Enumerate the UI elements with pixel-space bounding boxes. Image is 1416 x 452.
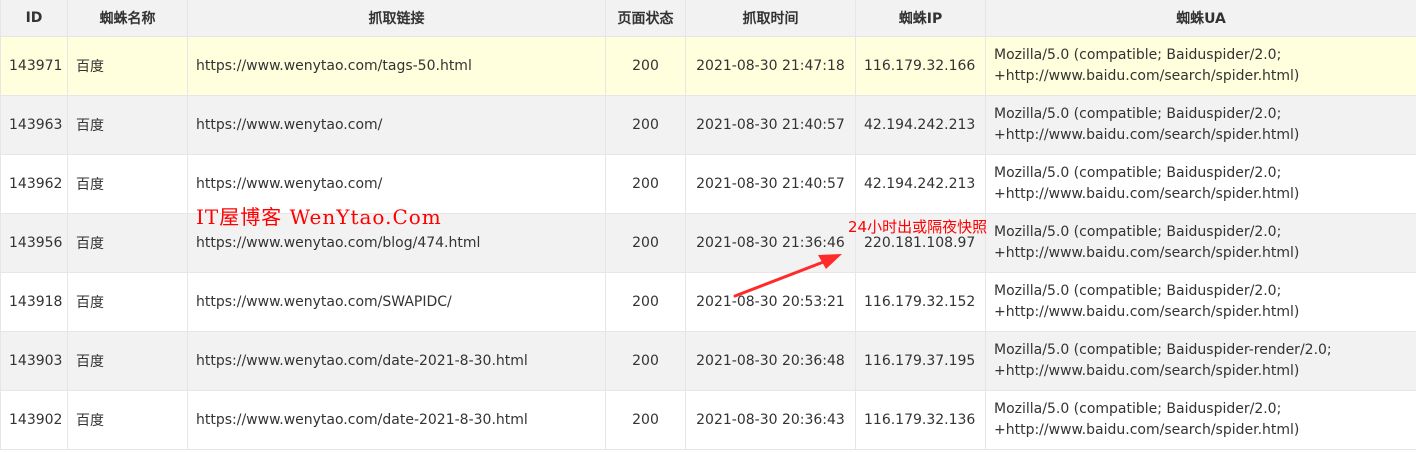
cell-id: 143918 xyxy=(0,272,68,332)
cell-spider-ip: 42.194.242.213 xyxy=(855,154,986,214)
cell-spider-name: 百度 xyxy=(67,390,188,450)
ua-line-1: Mozilla/5.0 (compatible; Baiduspider/2.0… xyxy=(994,401,1282,417)
cell-status: 200 xyxy=(605,331,686,391)
cell-status: 200 xyxy=(605,154,686,214)
cell-id: 143962 xyxy=(0,154,68,214)
cell-spider-ua: Mozilla/5.0 (compatible; Baiduspider/2.0… xyxy=(985,390,1416,450)
cell-spider-ua: Mozilla/5.0 (compatible; Baiduspider/2.0… xyxy=(985,272,1416,332)
table-row[interactable]: 143963 百度 https://www.wenytao.com/ 200 2… xyxy=(0,95,1416,155)
ua-line-2: +http://www.baidu.com/search/spider.html… xyxy=(994,245,1300,261)
cell-crawl-url: https://www.wenytao.com/date-2021-8-30.h… xyxy=(187,390,606,450)
header-spider-ua[interactable]: 蜘蛛UA xyxy=(985,0,1416,37)
cell-status: 200 xyxy=(605,213,686,273)
cell-spider-name: 百度 xyxy=(67,95,188,155)
cell-spider-name: 百度 xyxy=(67,213,188,273)
cell-crawl-time: 2021-08-30 20:53:21 xyxy=(685,272,856,332)
cell-spider-ua: Mozilla/5.0 (compatible; Baiduspider-ren… xyxy=(985,331,1416,391)
cell-spider-ip: 116.179.32.136 xyxy=(855,390,986,450)
ua-line-2: +http://www.baidu.com/search/spider.html… xyxy=(994,304,1300,320)
ua-line-2: +http://www.baidu.com/search/spider.html… xyxy=(994,186,1300,202)
cell-crawl-time: 2021-08-30 21:36:46 xyxy=(685,213,856,273)
ua-line-2: +http://www.baidu.com/search/spider.html… xyxy=(994,68,1300,84)
header-id[interactable]: ID xyxy=(0,0,68,37)
table-row[interactable]: 143918 百度 https://www.wenytao.com/SWAPID… xyxy=(0,272,1416,332)
cell-crawl-url: https://www.wenytao.com/ xyxy=(187,95,606,155)
ua-line-2: +http://www.baidu.com/search/spider.html… xyxy=(994,422,1300,438)
cell-spider-name: 百度 xyxy=(67,272,188,332)
header-crawl-time[interactable]: 抓取时间 xyxy=(685,0,856,37)
cell-spider-name: 百度 xyxy=(67,36,188,96)
cell-crawl-time: 2021-08-30 20:36:43 xyxy=(685,390,856,450)
table-row[interactable]: 143903 百度 https://www.wenytao.com/date-2… xyxy=(0,331,1416,391)
cell-spider-ip: 116.179.32.152 xyxy=(855,272,986,332)
ua-line-1: Mozilla/5.0 (compatible; Baiduspider/2.0… xyxy=(994,165,1282,181)
cell-spider-name: 百度 xyxy=(67,331,188,391)
cell-crawl-url: https://www.wenytao.com/SWAPIDC/ xyxy=(187,272,606,332)
ua-line-1: Mozilla/5.0 (compatible; Baiduspider/2.0… xyxy=(994,224,1282,240)
table-row[interactable]: 143902 百度 https://www.wenytao.com/date-2… xyxy=(0,390,1416,450)
cell-id: 143963 xyxy=(0,95,68,155)
header-spider-ip[interactable]: 蜘蛛IP xyxy=(855,0,986,37)
ua-line-2: +http://www.baidu.com/search/spider.html… xyxy=(994,127,1300,143)
cell-id: 143956 xyxy=(0,213,68,273)
cell-crawl-url: https://www.wenytao.com/tags-50.html xyxy=(187,36,606,96)
cell-crawl-url: https://www.wenytao.com/date-2021-8-30.h… xyxy=(187,331,606,391)
cell-spider-ua: Mozilla/5.0 (compatible; Baiduspider/2.0… xyxy=(985,36,1416,96)
ua-line-2: +http://www.baidu.com/search/spider.html… xyxy=(994,363,1300,379)
header-spider-name[interactable]: 蜘蛛名称 xyxy=(67,0,188,37)
cell-id: 143902 xyxy=(0,390,68,450)
cell-status: 200 xyxy=(605,390,686,450)
cell-crawl-time: 2021-08-30 21:40:57 xyxy=(685,154,856,214)
header-crawl-url[interactable]: 抓取链接 xyxy=(187,0,606,37)
table-header-row: ID 蜘蛛名称 抓取链接 页面状态 抓取时间 蜘蛛IP 蜘蛛UA xyxy=(0,0,1416,37)
cell-spider-ua: Mozilla/5.0 (compatible; Baiduspider/2.0… xyxy=(985,213,1416,273)
table-row[interactable]: 143971 百度 https://www.wenytao.com/tags-5… xyxy=(0,36,1416,96)
cell-crawl-time: 2021-08-30 20:36:48 xyxy=(685,331,856,391)
cell-spider-ip: 42.194.242.213 xyxy=(855,95,986,155)
cell-status: 200 xyxy=(605,272,686,332)
ua-line-1: Mozilla/5.0 (compatible; Baiduspider/2.0… xyxy=(994,106,1282,122)
ua-line-1: Mozilla/5.0 (compatible; Baiduspider/2.0… xyxy=(994,283,1282,299)
cell-id: 143903 xyxy=(0,331,68,391)
cell-crawl-time: 2021-08-30 21:40:57 xyxy=(685,95,856,155)
cell-crawl-time: 2021-08-30 21:47:18 xyxy=(685,36,856,96)
ua-line-1: Mozilla/5.0 (compatible; Baiduspider-ren… xyxy=(994,342,1332,358)
cell-status: 200 xyxy=(605,36,686,96)
header-page-status[interactable]: 页面状态 xyxy=(605,0,686,37)
cell-status: 200 xyxy=(605,95,686,155)
cell-spider-ua: Mozilla/5.0 (compatible; Baiduspider/2.0… xyxy=(985,154,1416,214)
cell-spider-ua: Mozilla/5.0 (compatible; Baiduspider/2.0… xyxy=(985,95,1416,155)
cell-spider-ip: 116.179.37.195 xyxy=(855,331,986,391)
cell-spider-name: 百度 xyxy=(67,154,188,214)
blog-watermark: IT屋博客 WenYtao.Com xyxy=(196,205,442,229)
snapshot-annotation: 24小时出或隔夜快照 xyxy=(848,218,988,236)
cell-id: 143971 xyxy=(0,36,68,96)
ua-line-1: Mozilla/5.0 (compatible; Baiduspider/2.0… xyxy=(994,47,1282,63)
cell-spider-ip: 116.179.32.166 xyxy=(855,36,986,96)
